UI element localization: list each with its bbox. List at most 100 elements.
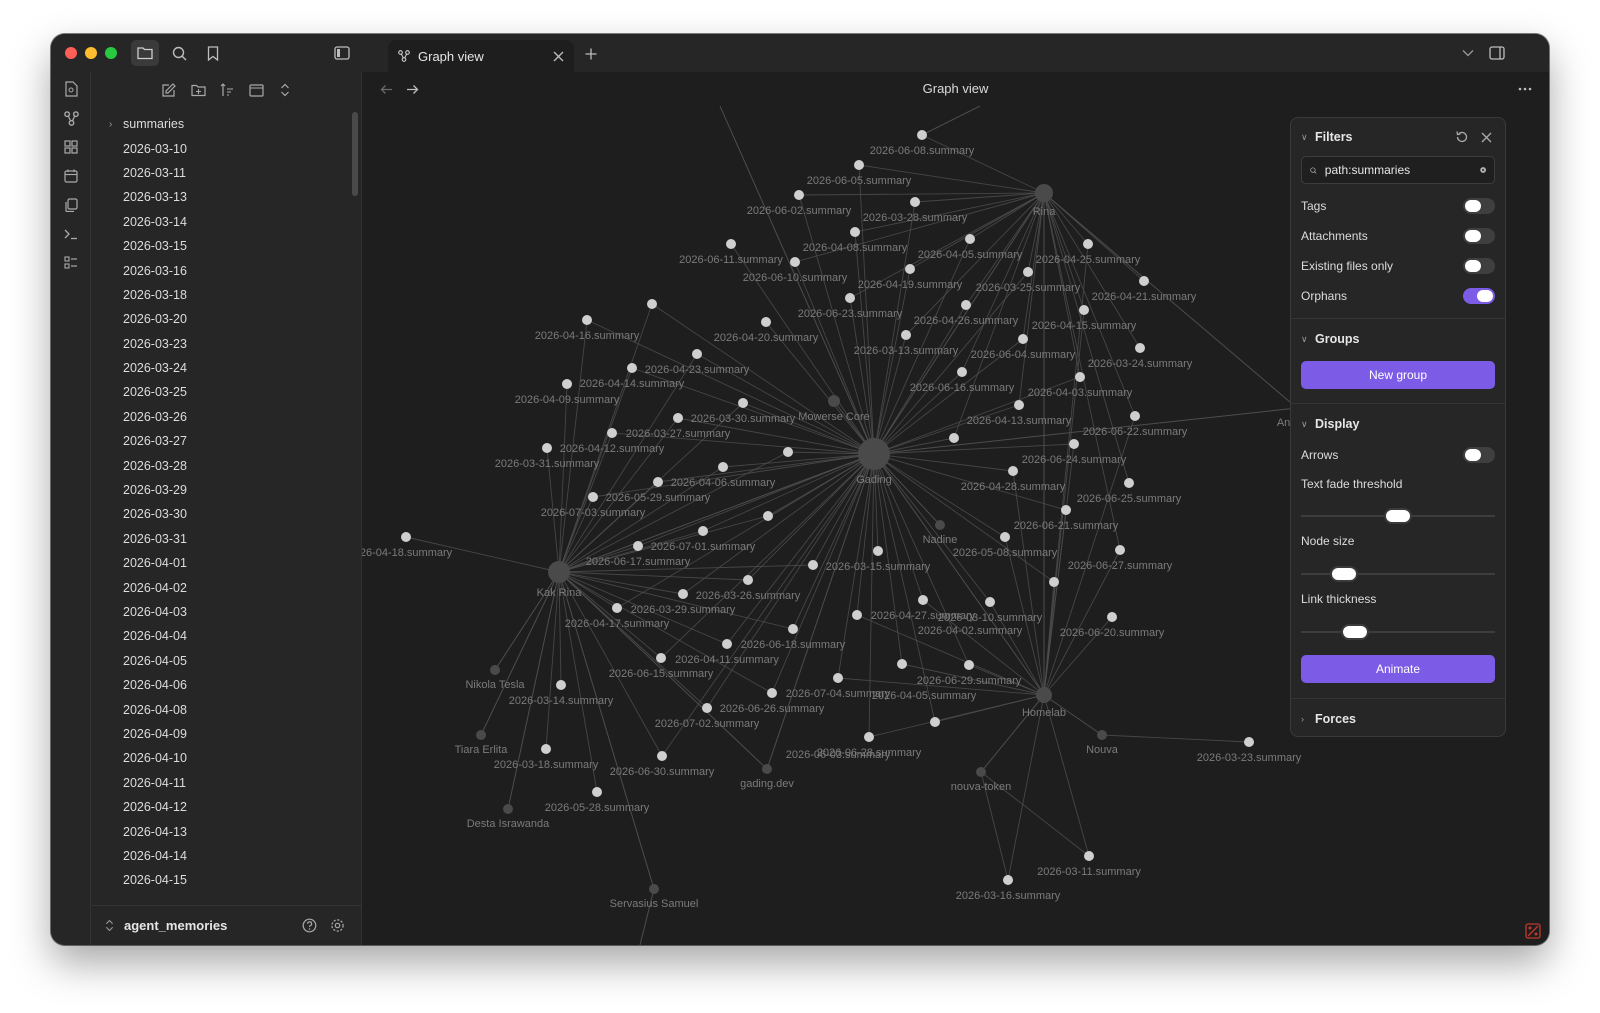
graph-note-node[interactable] — [1079, 305, 1089, 315]
file-item[interactable]: 2026-03-27 — [91, 429, 346, 453]
graph-note-node[interactable] — [1115, 545, 1125, 555]
sort-button[interactable] — [217, 80, 237, 100]
graph-note-node[interactable] — [1135, 343, 1145, 353]
file-item[interactable]: 2026-04-13 — [91, 819, 346, 843]
graph-note-node[interactable] — [1061, 505, 1071, 515]
graph-note-node[interactable] — [1000, 532, 1010, 542]
graph-note-node[interactable] — [1008, 466, 1018, 476]
forces-section-header[interactable]: › Forces — [1301, 712, 1356, 726]
graph-note-node[interactable] — [673, 413, 683, 423]
graph-note-node[interactable] — [964, 660, 974, 670]
graph-note-node[interactable] — [1018, 334, 1028, 344]
collapse-all-button[interactable] — [275, 80, 295, 100]
graph-note-node[interactable] — [541, 744, 551, 754]
graph-note-node[interactable] — [788, 624, 798, 634]
graph-hub-node[interactable] — [548, 561, 570, 583]
search-button[interactable] — [165, 40, 193, 66]
file-item[interactable]: 2026-04-14 — [91, 844, 346, 868]
graph-note-node[interactable] — [1014, 400, 1024, 410]
graph-note-node[interactable] — [653, 477, 663, 487]
graph-note-node[interactable] — [833, 673, 843, 683]
templates-button[interactable] — [61, 195, 81, 215]
groups-section-header[interactable]: ∨ Groups — [1301, 332, 1359, 346]
open-note-button[interactable] — [61, 79, 81, 99]
graph-note-node[interactable] — [1023, 267, 1033, 277]
close-panel-button[interactable] — [1477, 128, 1495, 146]
graph-note-node[interactable] — [678, 589, 688, 599]
file-item[interactable]: 2026-03-31 — [91, 527, 346, 551]
toggle-sidebar-button[interactable] — [328, 40, 356, 66]
graph-note-node[interactable] — [852, 610, 862, 620]
file-item[interactable]: 2026-04-15 — [91, 868, 346, 886]
file-item[interactable]: 2026-04-01 — [91, 551, 346, 575]
node-size-slider[interactable] — [1301, 566, 1495, 582]
graph-hub-node[interactable] — [858, 438, 890, 470]
graph-note-node[interactable] — [647, 299, 657, 309]
file-item[interactable]: 2026-03-23 — [91, 332, 346, 356]
graph-note-node[interactable] — [656, 653, 666, 663]
attachments-toggle[interactable] — [1463, 228, 1495, 244]
file-item[interactable]: 2026-04-05 — [91, 649, 346, 673]
graph-hub-node[interactable] — [1035, 184, 1053, 202]
graph-note-node[interactable] — [1084, 851, 1094, 861]
bases-button[interactable] — [61, 253, 81, 273]
graph-note-node[interactable] — [1139, 276, 1149, 286]
graph-note-node[interactable] — [542, 443, 552, 453]
new-note-button[interactable] — [159, 80, 179, 100]
graph-note-node[interactable] — [562, 379, 572, 389]
filter-search-input[interactable] — [1324, 163, 1480, 177]
graph-note-node[interactable] — [1244, 737, 1254, 747]
graph-hub-node[interactable] — [828, 395, 840, 407]
graph-note-node[interactable] — [763, 511, 773, 521]
tab-graph-view[interactable]: Graph view — [388, 40, 574, 72]
graph-note-node[interactable] — [864, 732, 874, 742]
graph-note-node[interactable] — [808, 560, 818, 570]
file-item[interactable]: 2026-03-26 — [91, 405, 346, 429]
file-item[interactable]: 2026-03-24 — [91, 356, 346, 380]
graph-hub-node[interactable] — [1036, 687, 1052, 703]
file-item[interactable]: 2026-04-03 — [91, 600, 346, 624]
file-item[interactable]: 2026-04-12 — [91, 795, 346, 819]
graph-note-node[interactable] — [985, 597, 995, 607]
graph-note-node[interactable] — [917, 130, 927, 140]
filters-section-header[interactable]: ∨ Filters — [1301, 130, 1353, 144]
slider-thumb[interactable] — [1341, 624, 1370, 640]
file-item[interactable]: 2026-04-08 — [91, 697, 346, 721]
graph-note-node[interactable] — [790, 257, 800, 267]
graph-note-node[interactable] — [738, 398, 748, 408]
file-item[interactable]: 2026-03-30 — [91, 502, 346, 526]
graph-status-icon[interactable] — [1525, 923, 1541, 939]
file-item[interactable]: 2026-04-02 — [91, 575, 346, 599]
graph-note-node[interactable] — [718, 462, 728, 472]
minimize-window-button[interactable] — [85, 47, 97, 59]
file-item[interactable]: 2026-03-28 — [91, 453, 346, 477]
file-item[interactable]: 2026-04-04 — [91, 624, 346, 648]
graph-note-node[interactable] — [1130, 411, 1140, 421]
graph-note-node[interactable] — [1003, 875, 1013, 885]
close-tab-icon[interactable] — [553, 51, 564, 62]
graph-note-node[interactable] — [1124, 478, 1134, 488]
graph-note-node[interactable] — [698, 526, 708, 536]
graph-note-node[interactable] — [692, 349, 702, 359]
graph-note-node[interactable] — [588, 492, 598, 502]
file-item[interactable]: 2026-03-25 — [91, 380, 346, 404]
graph-hub-node[interactable] — [935, 520, 945, 530]
graph-hub-node[interactable] — [476, 730, 486, 740]
graph-note-node[interactable] — [633, 541, 643, 551]
graph-note-node[interactable] — [905, 264, 915, 274]
maximize-window-button[interactable] — [105, 47, 117, 59]
settings-button[interactable] — [327, 916, 347, 936]
toggle-right-sidebar-button[interactable] — [1483, 40, 1511, 66]
graph-hub-node[interactable] — [490, 665, 500, 675]
graph-note-node[interactable] — [722, 639, 732, 649]
graph-note-node[interactable] — [873, 546, 883, 556]
command-palette-button[interactable] — [61, 224, 81, 244]
file-tree-scrollbar[interactable] — [352, 112, 358, 196]
graph-note-node[interactable] — [783, 447, 793, 457]
auto-reveal-button[interactable] — [246, 80, 266, 100]
tab-list-button[interactable] — [1454, 40, 1482, 66]
link-thickness-slider[interactable] — [1301, 624, 1495, 640]
graph-note-node[interactable] — [949, 433, 959, 443]
file-explorer-button[interactable] — [131, 40, 159, 66]
file-item[interactable]: 2026-04-09 — [91, 722, 346, 746]
